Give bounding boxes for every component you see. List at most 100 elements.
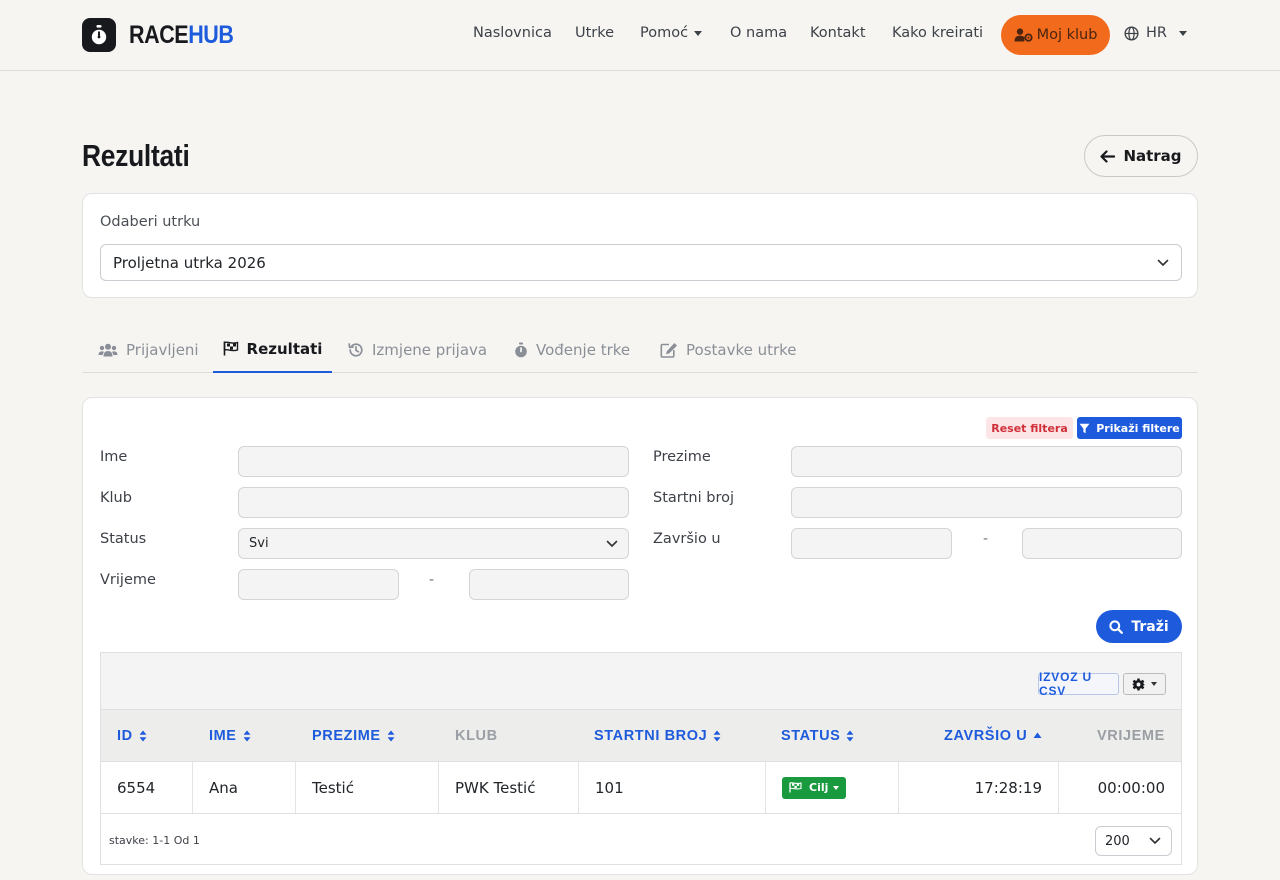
chevron-down-icon xyxy=(606,540,618,547)
cell-klub: PWK Testić xyxy=(439,762,579,813)
filter-zavrsio-from-input[interactable] xyxy=(791,528,952,559)
nav-utrke[interactable]: Utrke xyxy=(575,25,614,41)
cell-ime: Ana xyxy=(193,762,296,813)
nav-kako-kreirati[interactable]: Kako kreirati xyxy=(892,25,983,41)
filter-status-label: Status xyxy=(100,531,147,547)
filter-ime-label: Ime xyxy=(100,449,128,465)
sort-icon xyxy=(846,730,854,741)
export-csv-button[interactable]: IZVOZ U CSV xyxy=(1038,670,1119,698)
language-selector[interactable]: HR xyxy=(1124,25,1187,41)
cell-prezime: Testić xyxy=(296,762,439,813)
tab-rezultati[interactable]: Rezultati xyxy=(213,326,332,373)
page-title: Rezultati xyxy=(82,138,190,173)
cell-status: Cilj xyxy=(766,762,899,813)
tab-vodenje-trke[interactable]: Vođenje trke xyxy=(514,326,630,373)
table-settings-button[interactable] xyxy=(1123,673,1166,695)
race-select-label: Odaberi utrku xyxy=(100,214,201,230)
tab-izmjene-prijava[interactable]: Izmjene prijava xyxy=(348,326,487,373)
col-ime[interactable]: IME xyxy=(209,710,251,761)
my-club-label: Moj klub xyxy=(1036,27,1098,43)
brand-name: RACEHUB xyxy=(129,21,234,50)
nav-o-nama[interactable]: O nama xyxy=(730,25,787,41)
table-row[interactable]: 6554 Ana Testić PWK Testić 101 Cilj 17:2… xyxy=(101,762,1181,814)
search-icon xyxy=(1109,619,1124,634)
flag-checkered-icon xyxy=(223,341,238,356)
tab-postavke-utrke[interactable]: Postavke utrke xyxy=(660,326,797,373)
edit-icon xyxy=(660,342,677,358)
col-klub: KLUB xyxy=(455,710,498,761)
filter-vrijeme-label: Vrijeme xyxy=(100,572,156,588)
cell-id: 6554 xyxy=(101,762,193,813)
page-size-value: 200 xyxy=(1105,833,1130,849)
page-info: stavke: 1-1 Od 1 xyxy=(109,834,200,847)
tab-rezultati-label: Rezultati xyxy=(246,339,323,358)
status-badge[interactable]: Cilj xyxy=(782,776,847,799)
tab-vodenje-label: Vođenje trke xyxy=(536,340,631,359)
race-select[interactable]: Proljetna utrka 2026 xyxy=(100,244,1182,281)
filter-prezime-label: Prezime xyxy=(653,449,711,465)
col-id[interactable]: ID xyxy=(117,710,147,761)
history-icon xyxy=(348,342,363,357)
arrow-left-icon xyxy=(1100,149,1116,163)
brand[interactable]: RACEHUB xyxy=(82,18,251,52)
col-vrijeme-label: VRIJEME xyxy=(1097,727,1165,744)
sort-icon xyxy=(243,730,251,741)
filter-startni-broj-input[interactable] xyxy=(791,487,1182,518)
col-status[interactable]: STATUS xyxy=(781,710,854,761)
col-id-label: ID xyxy=(117,727,133,744)
nav-pomoc[interactable]: Pomoć xyxy=(640,25,703,41)
reset-filters-button[interactable]: Reset filtera xyxy=(986,417,1073,439)
filter-vrijeme-from-input[interactable] xyxy=(238,569,399,600)
cell-vrijeme: 00:00:00 xyxy=(1097,778,1165,797)
tab-postavke-label: Postavke utrke xyxy=(686,340,797,359)
table-footer: stavke: 1-1 Od 1 200 xyxy=(101,814,1181,864)
filter-zavrsio-to-input[interactable] xyxy=(1022,528,1182,559)
table-toolbar: IZVOZ U CSV xyxy=(101,653,1181,709)
caret-down-icon xyxy=(833,785,840,790)
col-status-label: STATUS xyxy=(781,727,841,744)
nav-pomoc-label: Pomoć xyxy=(640,25,689,41)
col-klub-label: KLUB xyxy=(455,727,498,744)
race-select-value: Proljetna utrka 2026 xyxy=(113,253,266,272)
nav-naslovnica[interactable]: Naslovnica xyxy=(473,25,552,41)
col-prezime-label: PREZIME xyxy=(312,727,381,744)
col-zavrsio-label: ZAVRŠIO U xyxy=(944,727,1028,744)
back-button[interactable]: Natrag xyxy=(1084,135,1198,177)
sort-icon xyxy=(387,730,395,741)
filter-prezime-input[interactable] xyxy=(791,446,1182,477)
filter-klub-input[interactable] xyxy=(238,487,629,518)
col-zavrsio[interactable]: ZAVRŠIO U xyxy=(944,710,1042,761)
flag-checkered-icon xyxy=(789,782,802,793)
chevron-down-icon xyxy=(1157,259,1169,266)
results-table: IZVOZ U CSV ID IME PREZIME KLUB STARTNI … xyxy=(100,652,1182,865)
search-button[interactable]: Traži xyxy=(1096,610,1182,643)
page-size-select[interactable]: 200 xyxy=(1095,826,1172,856)
brand-race: RACE xyxy=(129,20,189,49)
user-cog-icon xyxy=(1014,28,1033,42)
status-badge-label: Cilj xyxy=(809,781,829,794)
tab-prijavljeni[interactable]: Prijavljeni xyxy=(98,326,199,373)
sort-icon xyxy=(139,730,147,741)
filter-icon xyxy=(1079,423,1090,433)
sort-icon xyxy=(713,730,721,741)
filter-status-select[interactable]: Svi xyxy=(238,528,629,559)
stopwatch-icon xyxy=(515,342,527,357)
tab-prijavljeni-label: Prijavljeni xyxy=(126,340,199,359)
caret-down-icon xyxy=(694,30,703,36)
show-filters-button[interactable]: Prikaži filtere xyxy=(1077,417,1182,439)
filter-status-value: Svi xyxy=(249,536,269,551)
range-separator: - xyxy=(983,531,989,547)
filter-vrijeme-to-input[interactable] xyxy=(469,569,629,600)
caret-down-icon xyxy=(1178,30,1187,36)
col-prezime[interactable]: PREZIME xyxy=(312,710,395,761)
nav-kontakt[interactable]: Kontakt xyxy=(810,25,866,41)
race-select-card: Odaberi utrku Proljetna utrka 2026 xyxy=(82,193,1198,298)
my-club-button[interactable]: Moj klub xyxy=(1001,15,1110,55)
col-vrijeme: VRIJEME xyxy=(1097,710,1165,761)
filter-startni-broj-label: Startni broj xyxy=(653,490,734,506)
filter-ime-input[interactable] xyxy=(238,446,629,477)
col-ime-label: IME xyxy=(209,727,237,744)
table-header: ID IME PREZIME KLUB STARTNI BROJ STATUS … xyxy=(101,709,1181,762)
back-label: Natrag xyxy=(1123,147,1182,165)
col-startni-broj[interactable]: STARTNI BROJ xyxy=(594,710,721,761)
